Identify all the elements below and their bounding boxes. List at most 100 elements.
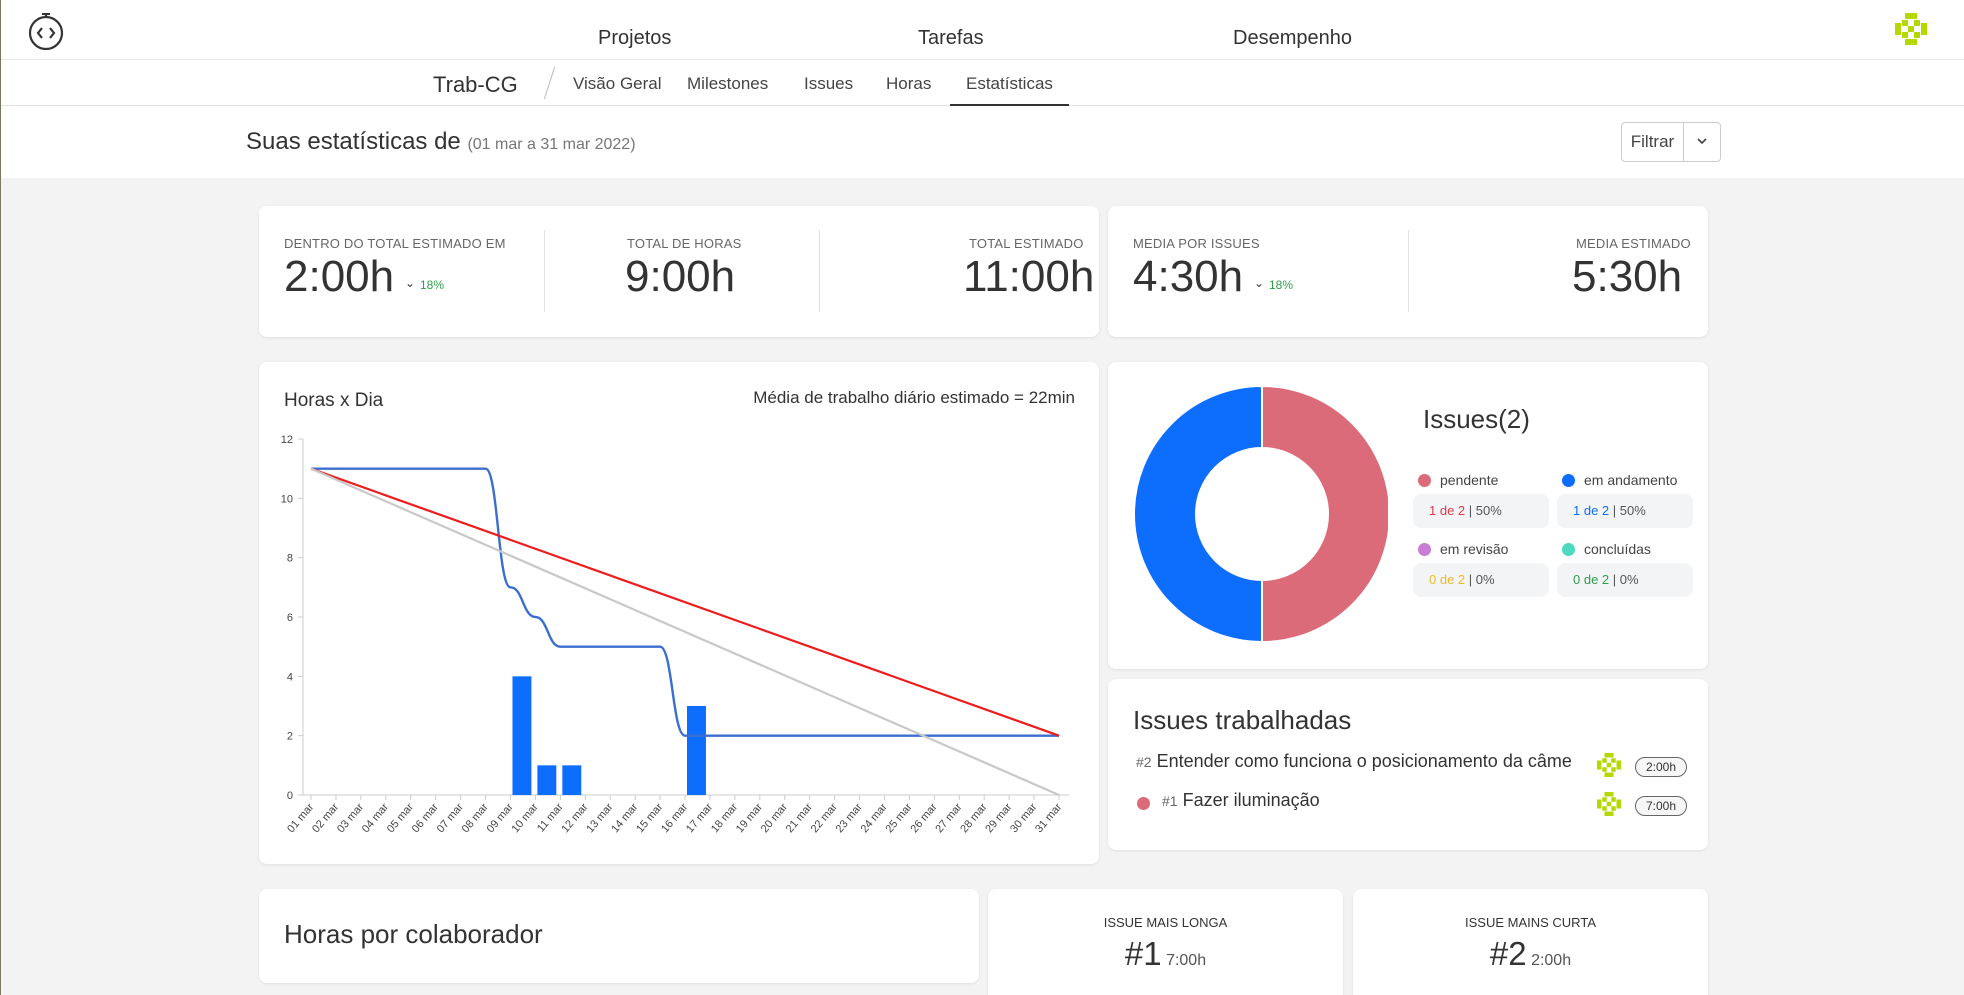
- metric-delta-media-issues: 18%: [1269, 278, 1294, 292]
- hours-chart: 02468101201 mar02 mar03 mar04 mar05 mar0…: [281, 434, 1069, 835]
- issue-row[interactable]: #1 Fazer iluminação: [1162, 790, 1320, 811]
- issue-number: #1: [1162, 793, 1178, 809]
- bar: [562, 765, 582, 795]
- legend-dot-em-andamento: [1562, 474, 1575, 487]
- bar: [512, 676, 532, 795]
- issue-row[interactable]: #2 Entender como funciona o posicionamen…: [1136, 751, 1602, 772]
- issue-number[interactable]: #1: [1125, 935, 1162, 972]
- issue-time: 2:00h: [1531, 952, 1572, 969]
- shortest-issue-card: ISSUE MAINS CURTA #2 2:00h: [1353, 889, 1708, 995]
- metric-delta-dentro: 18%: [420, 278, 445, 292]
- legend-dot-pendente: [1418, 474, 1431, 487]
- tab-horas[interactable]: Horas: [886, 74, 931, 94]
- pct-text: 50%: [1619, 503, 1646, 518]
- bar: [687, 706, 706, 795]
- issue-number: #2: [1136, 754, 1152, 770]
- issues-worked-title: Issues trabalhadas: [1133, 705, 1352, 735]
- metric-label-total-horas: TOTAL DE HORAS: [627, 236, 742, 251]
- date-range: (01 mar a 31 mar 2022): [467, 136, 636, 153]
- metric-value-dentro: 2:00h: [284, 252, 395, 301]
- breadcrumb-separator: [543, 66, 557, 100]
- issues-donut-chart: [1133, 384, 1388, 644]
- divider: [819, 230, 820, 312]
- nav-desempenho[interactable]: Desempenho: [1233, 27, 1352, 50]
- y-tick-label: 2: [287, 731, 293, 743]
- issue-time: 7:00h: [1166, 952, 1207, 969]
- issue-title[interactable]: Fazer iluminação: [1183, 790, 1320, 810]
- issues-status-card: Issues(2) pendente 1 de 2 | 50% em andam…: [1108, 362, 1708, 669]
- collaborators-title: Horas por colaborador: [284, 919, 543, 949]
- tab-issues[interactable]: Issues: [804, 74, 853, 94]
- x-tick-label: 10 mar: [509, 801, 540, 835]
- filter-label[interactable]: Filtrar: [1622, 123, 1684, 161]
- legend-label-concluidas: concluídas: [1584, 541, 1651, 557]
- issue-time-badge: 7:00h: [1635, 796, 1687, 816]
- series-line: [310, 467, 1060, 797]
- metric-label-media-issues: MEDIA POR ISSUES: [1133, 236, 1260, 251]
- hours-per-collaborator-card: Horas por colaborador: [259, 889, 979, 983]
- page-title: Suas estatísticas de (01 mar a 31 mar 20…: [246, 128, 636, 156]
- y-tick-label: 4: [287, 671, 293, 683]
- assignee-avatar: [1597, 753, 1621, 777]
- longest-issue-label: ISSUE MAIS LONGA: [1103, 915, 1228, 930]
- pie-slice: [1261, 384, 1388, 644]
- count-text: 0 de 2: [1573, 572, 1610, 587]
- issues-worked-card: Issues trabalhadas #2 Entender como func…: [1108, 679, 1708, 850]
- y-tick-label: 8: [287, 553, 293, 565]
- y-tick-label: 10: [281, 493, 293, 505]
- filter-button[interactable]: Filtrar: [1621, 122, 1721, 162]
- tab-visao-geral[interactable]: Visão Geral: [573, 74, 662, 94]
- legend-count-pendente: 1 de 2 | 50%: [1413, 494, 1549, 528]
- count-text: 0 de 2: [1429, 572, 1466, 587]
- top-navbar: Projetos Tarefas Desempenho: [1, 0, 1964, 60]
- issue-status-dot: [1137, 797, 1150, 810]
- user-avatar[interactable]: [1891, 9, 1931, 49]
- chevron-down-icon: ⌄: [1254, 276, 1265, 290]
- count-text: 1 de 2: [1429, 503, 1466, 518]
- divider: [1408, 230, 1409, 312]
- pct-text: 50%: [1475, 503, 1502, 518]
- issue-number[interactable]: #2: [1490, 935, 1527, 972]
- x-tick-label: 31 mar: [1033, 801, 1064, 835]
- series-line: [310, 467, 1060, 737]
- longest-issue-card: ISSUE MAIS LONGA #1 7:00h: [988, 889, 1343, 995]
- project-subnav: Trab-CG Visão Geral Milestones Issues Ho…: [1, 60, 1964, 107]
- count-text: 1 de 2: [1573, 503, 1610, 518]
- shortest-issue-label: ISSUE MAINS CURTA: [1465, 915, 1596, 930]
- metric-label-dentro: DENTRO DO TOTAL ESTIMADO EM: [284, 236, 506, 251]
- issue-time-badge: 2:00h: [1635, 757, 1687, 777]
- stats-header: Suas estatísticas de (01 mar a 31 mar 20…: [1, 106, 1964, 178]
- metric-label-total-estimado: TOTAL ESTIMADO: [969, 236, 1084, 251]
- nav-tarefas[interactable]: Tarefas: [918, 27, 984, 50]
- app-logo-icon[interactable]: [27, 12, 65, 50]
- issue-title[interactable]: Entender como funciona o posicionamento …: [1157, 751, 1572, 771]
- legend-count-em-revisao: 0 de 2 | 0%: [1413, 563, 1549, 597]
- metric-value-total-estimado: 11:00h: [963, 252, 1095, 301]
- chevron-down-icon: ⌄: [405, 276, 416, 290]
- legend-count-em-andamento: 1 de 2 | 50%: [1557, 494, 1693, 528]
- legend-label-em-andamento: em andamento: [1584, 472, 1678, 488]
- legend-dot-em-revisao: [1418, 543, 1431, 556]
- chevron-down-icon[interactable]: [1684, 123, 1720, 161]
- metric-value-total-horas: 9:00h: [625, 252, 736, 301]
- tab-estatisticas[interactable]: Estatísticas: [950, 74, 1069, 107]
- metric-value-media-issues: 4:30h: [1133, 252, 1244, 301]
- metrics-card-totals: DENTRO DO TOTAL ESTIMADO EM 2:00h ⌄ 18% …: [259, 206, 1099, 337]
- longest-issue-value[interactable]: #1 7:00h: [988, 935, 1343, 973]
- assignee-avatar: [1597, 792, 1621, 816]
- tab-milestones[interactable]: Milestones: [687, 74, 768, 94]
- pie-slice: [1133, 384, 1263, 644]
- metric-value-media-estimado: 5:30h: [1572, 252, 1683, 301]
- y-tick-label: 12: [281, 434, 293, 446]
- legend-label-pendente: pendente: [1440, 472, 1499, 488]
- stats-title-text: Suas estatísticas de: [246, 128, 461, 155]
- pct-text: 0%: [1619, 572, 1639, 587]
- shortest-issue-value[interactable]: #2 2:00h: [1353, 935, 1708, 973]
- issues-chart-title: Issues(2): [1423, 404, 1530, 434]
- project-name[interactable]: Trab-CG: [433, 72, 518, 98]
- bar: [537, 765, 557, 795]
- legend-count-concluidas: 0 de 2 | 0%: [1557, 563, 1693, 597]
- legend-label-em-revisao: em revisão: [1440, 541, 1509, 557]
- legend-dot-concluidas: [1562, 543, 1575, 556]
- nav-projetos[interactable]: Projetos: [598, 27, 671, 50]
